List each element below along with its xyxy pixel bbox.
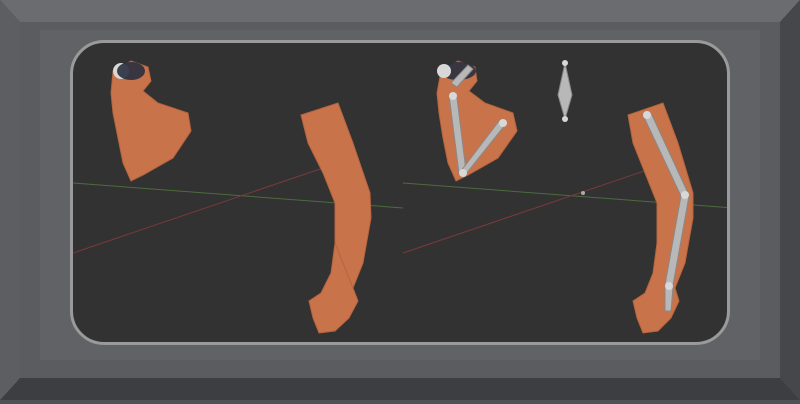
flexed-arm-mesh[interactable]: [110, 60, 192, 182]
straight-arm-armature[interactable]: [627, 102, 694, 334]
x-axis-line-right: [402, 167, 654, 254]
straight-arm-mesh[interactable]: [300, 102, 372, 334]
flexed-arm-armature[interactable]: [436, 60, 518, 182]
viewport-scene: [73, 60, 727, 334]
hand-bone: [664, 286, 674, 312]
single-bone[interactable]: [557, 60, 585, 195]
x-axis-line-left: [73, 167, 324, 254]
window-frame: [0, 0, 800, 400]
3d-viewport[interactable]: [70, 40, 730, 345]
